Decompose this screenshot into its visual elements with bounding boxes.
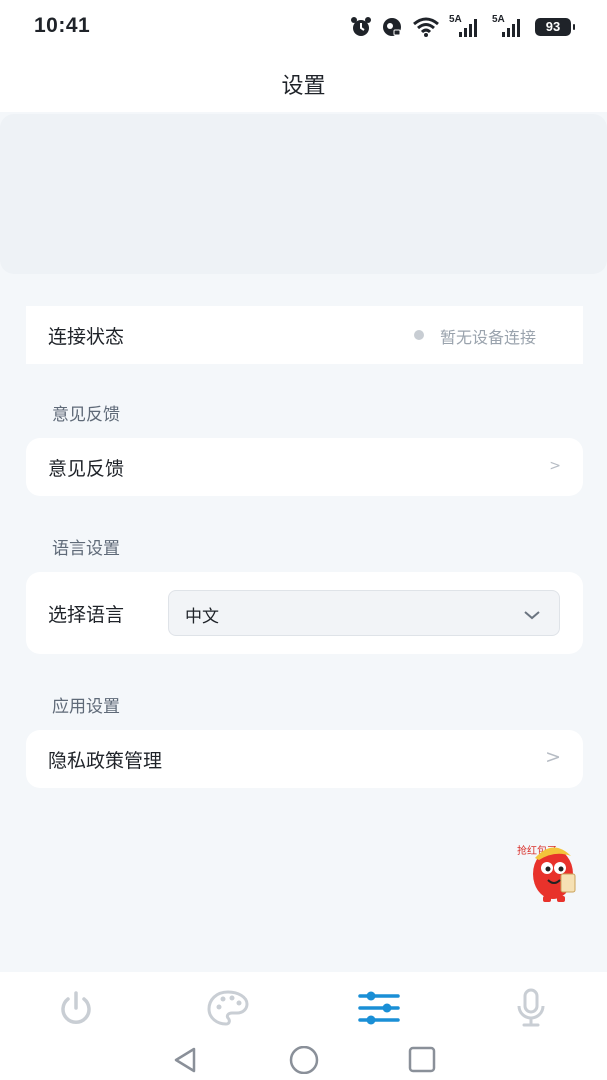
home-icon[interactable] (288, 1045, 320, 1078)
recents-icon[interactable] (408, 1046, 436, 1078)
palette-icon (207, 990, 249, 1026)
language-label: 选择语言 (48, 604, 125, 626)
header: 设置 (0, 56, 607, 112)
privacy-policy-label: 隐私政策管理 (48, 750, 163, 772)
privacy-policy-row[interactable]: 隐私政策管理 > (26, 730, 583, 788)
chevron-right-icon: > (545, 746, 561, 768)
connection-status-label: 连接状态 (48, 326, 125, 348)
signal-5a-icon: 5A (449, 14, 483, 38)
banner-area (0, 114, 607, 274)
page-title: 设置 (281, 74, 326, 99)
signal-5a-icon: 5A (492, 14, 526, 38)
status-bar: 10:41 5A 5A 93 (0, 0, 607, 56)
language-selected-value: 中文 (185, 607, 219, 627)
chevron-down-icon (523, 606, 541, 625)
connection-status-row: 连接状态 暂无设备连接 (26, 306, 583, 364)
system-navigation (0, 1040, 607, 1080)
language-row: 选择语言 中文 (26, 572, 583, 654)
power-icon (61, 991, 91, 1024)
section-title-language: 语言设置 (52, 539, 120, 559)
back-icon[interactable] (172, 1046, 198, 1078)
red-envelope-mascot-icon[interactable]: 抢红包了 (515, 838, 579, 904)
feedback-row[interactable]: 意见反馈 > (26, 438, 583, 496)
tab-theme[interactable] (206, 988, 250, 1028)
status-icons: 5A 5A 93 (350, 14, 575, 40)
section-title-app: 应用设置 (52, 697, 120, 717)
status-dot-icon (414, 330, 424, 340)
alarm-icon (350, 16, 372, 38)
feedback-label: 意见反馈 (48, 458, 125, 480)
language-select[interactable]: 中文 (168, 590, 560, 636)
status-time: 10:41 (34, 14, 91, 37)
microphone-icon (517, 988, 545, 1027)
tab-voice[interactable] (510, 988, 554, 1028)
tab-settings[interactable] (357, 988, 401, 1028)
sliders-icon (358, 991, 400, 1025)
battery-icon: 93 (535, 18, 575, 36)
chevron-right-icon: > (549, 458, 561, 474)
notification-icon (381, 16, 403, 38)
section-title-feedback: 意见反馈 (52, 405, 120, 425)
wifi-icon (412, 16, 440, 38)
connection-status-value: 暂无设备连接 (440, 328, 537, 347)
tab-power[interactable] (54, 988, 98, 1028)
